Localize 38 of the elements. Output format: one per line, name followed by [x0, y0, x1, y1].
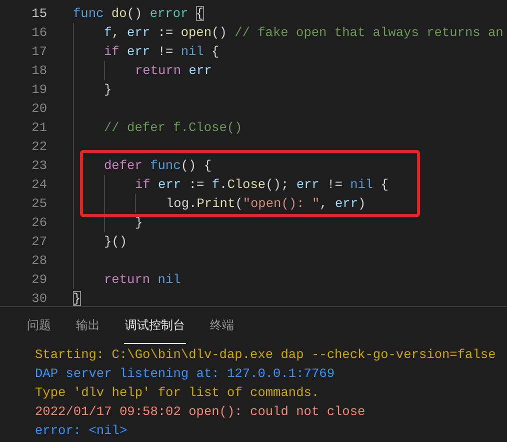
code-line: }: [135, 214, 143, 232]
line-number: 17: [30, 43, 47, 61]
panel-tab[interactable]: 调试控制台: [124, 307, 186, 344]
console-line: Starting: C:\Go\bin\dlv-dap.exe dap --check-go-version=false: [35, 346, 497, 364]
line-number: 24: [30, 176, 47, 194]
line-number: 22: [30, 138, 47, 156]
panel-tab[interactable]: 终端: [209, 307, 235, 344]
line-number: 15: [30, 5, 47, 23]
code-line: return err: [135, 62, 212, 80]
line-number: 25: [30, 195, 47, 213]
console-line: error: <nil>: [35, 422, 128, 440]
line-number: 28: [30, 252, 47, 270]
line-number: 27: [30, 233, 47, 251]
line-number: 16: [30, 24, 47, 42]
code-line: f, err := open() // fake open that always returns an: [104, 24, 504, 42]
code-line: // defer f.Close(): [104, 119, 242, 137]
line-number: 29: [30, 271, 47, 289]
code-line: }(): [104, 233, 128, 251]
code-line: }: [104, 81, 112, 99]
line-number: 23: [30, 157, 47, 175]
line-number: 26: [30, 214, 47, 232]
console-line: DAP server listening at: 127.0.0.1:7769: [35, 365, 336, 383]
console-line: 2022/01/17 09:58:02 open(): could not close: [35, 403, 366, 421]
line-number: 18: [30, 62, 47, 80]
code-line: log.Print("open(): ", err): [166, 195, 366, 213]
code-line: if err != nil {: [104, 43, 220, 61]
line-number: 19: [30, 81, 47, 99]
line-number: 30: [30, 290, 47, 308]
line-number: 21: [30, 119, 47, 137]
console-line: Type 'dlv help' for list of commands.: [35, 384, 320, 402]
code-line: if err := f.Close(); err != nil {: [135, 176, 388, 194]
code-line: return nil: [104, 271, 181, 289]
code-line: defer func() {: [104, 157, 212, 175]
panel-tab[interactable]: 问题: [26, 307, 52, 344]
code-line: func do() error {: [73, 5, 204, 23]
code-line: }: [73, 290, 81, 308]
panel-tab[interactable]: 输出: [75, 307, 101, 344]
line-number: 20: [30, 100, 47, 118]
